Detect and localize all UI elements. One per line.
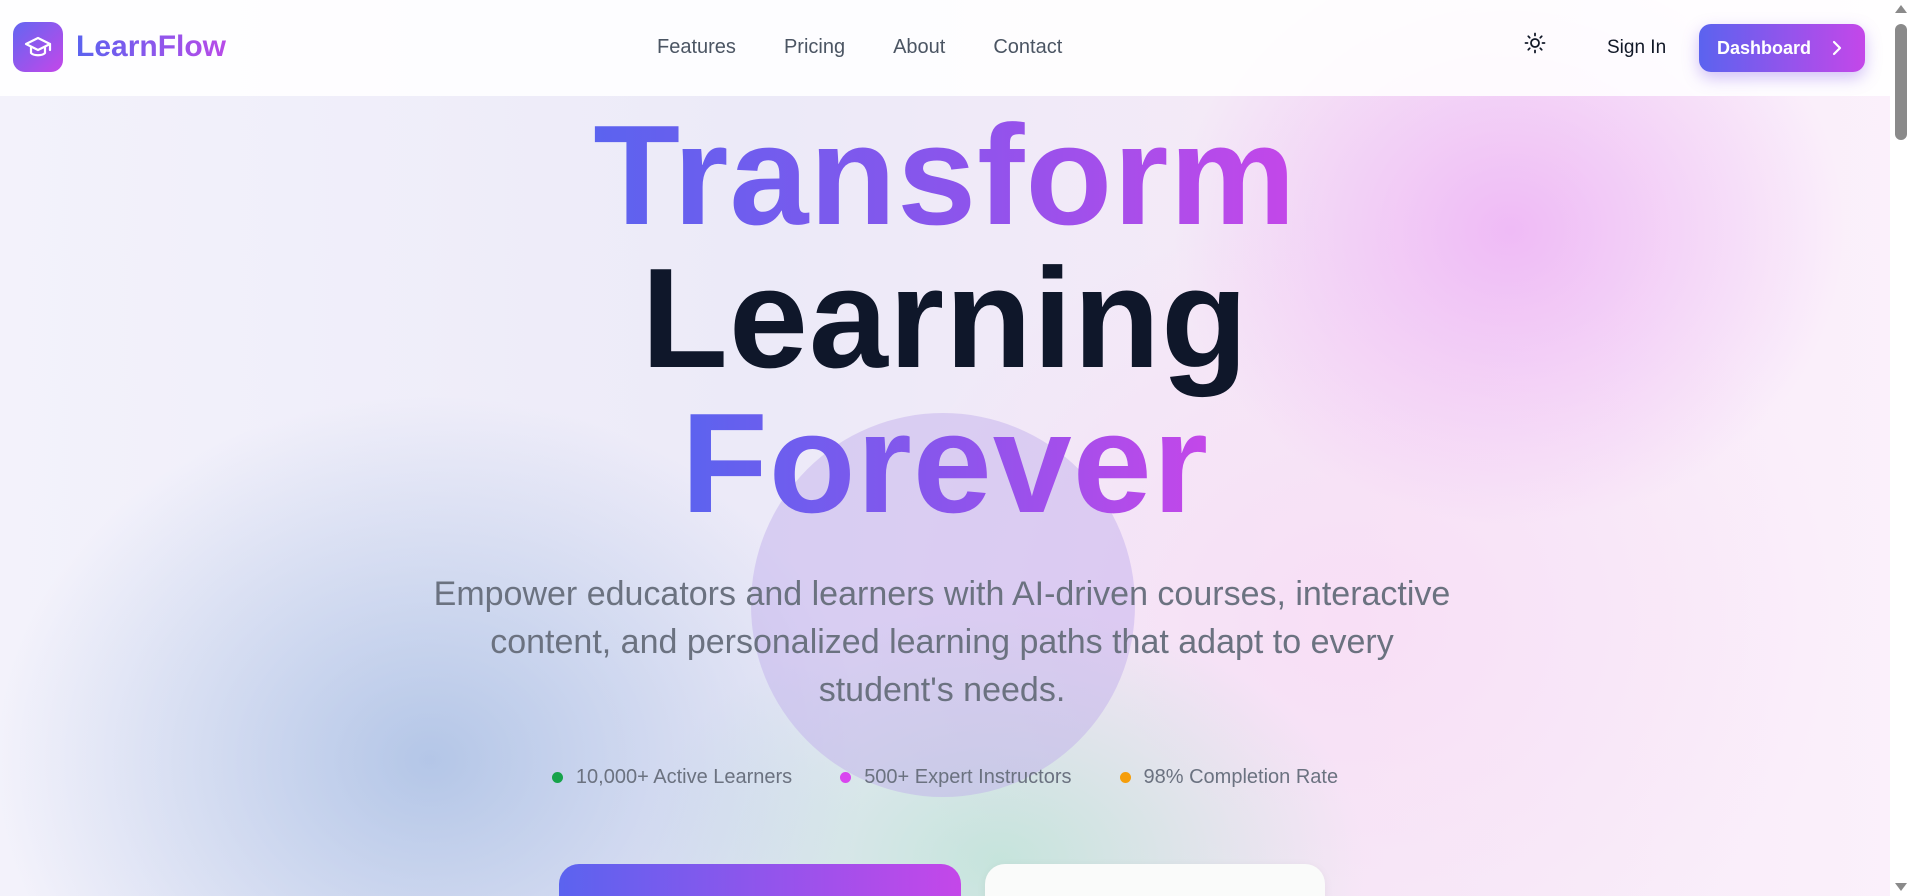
stat-expert-instructors: 500+ Expert Instructors <box>840 766 1072 789</box>
stat-label: 500+ Expert Instructors <box>864 766 1072 788</box>
secondary-cta-button[interactable] <box>985 864 1325 896</box>
primary-cta-button[interactable] <box>559 864 961 896</box>
sign-in-link[interactable]: Sign In <box>1607 36 1666 60</box>
orange-dot-icon <box>1119 772 1131 783</box>
scrollbar-thumb[interactable] <box>1895 24 1907 140</box>
graduation-cap-icon <box>13 22 63 72</box>
site-header: LearnFlow Features Pricing About Contact <box>0 0 1890 96</box>
hero-title-transform: Transform <box>593 96 1297 255</box>
main-nav: Features Pricing About Contact <box>657 35 1110 59</box>
stat-completion-rate: 98% Completion Rate <box>1119 766 1339 789</box>
nav-link-about[interactable]: About <box>893 35 945 59</box>
stat-label: 98% Completion Rate <box>1143 766 1339 788</box>
stat-label: 10,000+ Active Learners <box>575 766 793 788</box>
green-dot-icon <box>551 772 563 783</box>
stat-active-learners: 10,000+ Active Learners <box>551 766 793 789</box>
chevron-right-icon <box>1831 39 1843 62</box>
sun-icon <box>1524 32 1546 59</box>
nav-link-contact[interactable]: Contact <box>993 35 1062 59</box>
dashboard-button-label: Dashboard <box>1717 37 1812 58</box>
scroll-down-arrow-icon[interactable] <box>1895 883 1907 891</box>
magenta-dot-icon <box>840 772 852 783</box>
hero-stats: 10,000+ Active Learners 500+ Expert Inst… <box>0 766 1890 789</box>
hero-title-line-3: Forever <box>0 393 1890 535</box>
landing-page: LearnFlow Features Pricing About Contact <box>0 0 1912 896</box>
nav-link-pricing[interactable]: Pricing <box>784 35 845 59</box>
dashboard-button[interactable]: Dashboard <box>1699 24 1865 72</box>
hero-title-forever: Forever <box>681 384 1209 543</box>
hero-subtitle: Empower educators and learners with AI-d… <box>433 575 1451 709</box>
brand-logo[interactable]: LearnFlow <box>13 22 226 72</box>
hero-title-line-1: Transform <box>0 105 1890 247</box>
theme-toggle-button[interactable] <box>1522 32 1548 58</box>
scroll-up-arrow-icon[interactable] <box>1895 5 1907 13</box>
page-scrollbar[interactable] <box>1890 0 1912 896</box>
brand-name: LearnFlow <box>76 30 227 63</box>
nav-link-features[interactable]: Features <box>657 35 736 59</box>
hero-title-line-2: Learning <box>641 239 1249 398</box>
